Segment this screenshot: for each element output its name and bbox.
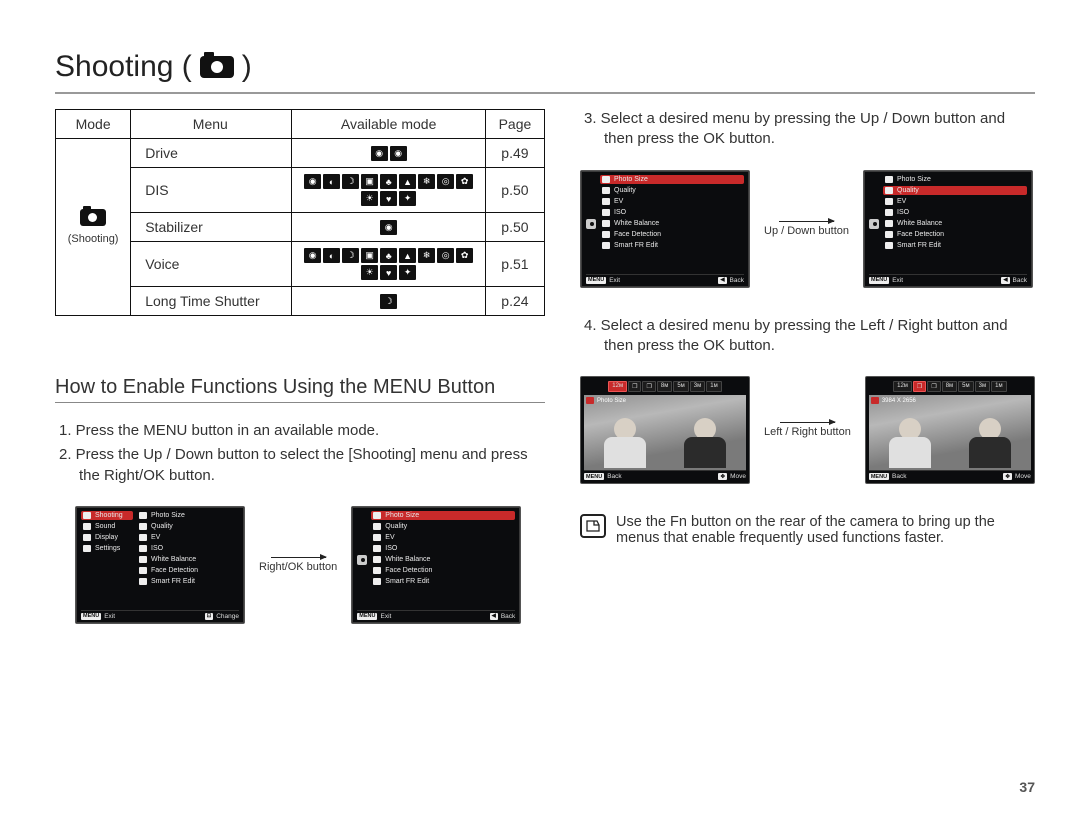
- title-suffix: ): [242, 50, 252, 84]
- table-row-avail: ◉◉: [292, 139, 485, 168]
- table-row-avail: ☽: [292, 287, 485, 316]
- arrow-label: Up / Down button: [764, 221, 849, 237]
- step-1: 1. Press the MENU button in an available…: [55, 421, 545, 441]
- lcd-screen: Photo Size Quality EV ISO White Balance …: [580, 170, 750, 288]
- table-header-mode: Mode: [56, 110, 131, 139]
- arrow-caption: Left / Right button: [764, 426, 851, 438]
- table-row-page: p.49: [485, 139, 544, 168]
- page-title: Shooting ( ): [55, 50, 1040, 84]
- arrow-icon: [271, 557, 326, 558]
- arrow-icon: [779, 221, 834, 222]
- table-header-available: Available mode: [292, 110, 485, 139]
- screens-row-left: Shooting Sound Display Settings Photo Si…: [75, 506, 545, 624]
- screens-row-right-2: 12м ❐ ❐ 8м 5м 3м 1м Photo Size MENUBack …: [580, 376, 1035, 484]
- step-2: 2. Press the Up / Down button to select …: [55, 445, 545, 486]
- photo-lcd: 12м ❐ ❐ 8м 5м 3м 1м Photo Size MENUBack …: [580, 376, 750, 484]
- page-number: 37: [1019, 779, 1035, 795]
- mode-label: (Shooting): [64, 233, 122, 245]
- table-row-avail: ◉◐☽▣♣▲❄ ◎✿☀♥✦: [292, 242, 485, 287]
- arrow-icon: [780, 422, 835, 423]
- arrow-label: Right/OK button: [259, 557, 337, 573]
- table-row-page: p.50: [485, 213, 544, 242]
- note-text: Use the Fn button on the rear of the cam…: [616, 514, 1035, 546]
- table-row-menu: Stabilizer: [131, 213, 292, 242]
- table-row-menu: Drive: [131, 139, 292, 168]
- table-header-page: Page: [485, 110, 544, 139]
- table-row-page: p.50: [485, 168, 544, 213]
- camera-icon: [357, 555, 367, 565]
- photo-lcd: 12м ❐ ❐ 8м 5м 3м 1м 3984 X 2656 MENUBack…: [865, 376, 1035, 484]
- arrow-caption: Right/OK button: [259, 561, 337, 573]
- note-icon: [580, 514, 606, 538]
- step-4: 4. Select a desired menu by pressing the…: [580, 316, 1035, 357]
- camera-icon: [869, 219, 879, 229]
- arrow-label: Left / Right button: [764, 422, 851, 438]
- screens-row-right-1: Photo Size Quality EV ISO White Balance …: [580, 170, 1035, 288]
- note: Use the Fn button on the rear of the cam…: [580, 514, 1035, 546]
- step-3: 3. Select a desired menu by pressing the…: [580, 109, 1035, 150]
- table-row-avail: ◉: [292, 213, 485, 242]
- table-row-page: p.24: [485, 287, 544, 316]
- camera-icon: [586, 219, 596, 229]
- table-header-menu: Menu: [131, 110, 292, 139]
- arrow-caption: Up / Down button: [764, 225, 849, 237]
- mode-menu-table: Mode Menu Available mode Page (Shooting)…: [55, 109, 545, 316]
- lcd-screen: Photo Size Quality EV ISO White Balance …: [863, 170, 1033, 288]
- mode-icon: ☽: [380, 294, 397, 309]
- lcd-screen: Photo Size Quality EV ISO White Balance …: [351, 506, 521, 624]
- section-subtitle: How to Enable Functions Using the MENU B…: [55, 376, 545, 403]
- mode-icon: ◉: [390, 146, 407, 161]
- lcd-item-selected: Shooting: [81, 511, 133, 520]
- lcd-screen: Shooting Sound Display Settings Photo Si…: [75, 506, 245, 624]
- mode-cell: (Shooting): [56, 139, 131, 316]
- mode-icon: ◉: [371, 146, 388, 161]
- title-rule: [55, 92, 1035, 94]
- camera-icon: [200, 56, 234, 78]
- table-row-menu: Long Time Shutter: [131, 287, 292, 316]
- table-row-menu: Voice: [131, 242, 292, 287]
- table-row-menu: DIS: [131, 168, 292, 213]
- title-text: Shooting (: [55, 50, 192, 84]
- table-row-avail: ◉◐☽▣♣▲❄ ◎✿☀♥✦: [292, 168, 485, 213]
- mode-icon: ◉: [380, 220, 397, 235]
- camera-icon: [80, 209, 106, 226]
- table-row-page: p.51: [485, 242, 544, 287]
